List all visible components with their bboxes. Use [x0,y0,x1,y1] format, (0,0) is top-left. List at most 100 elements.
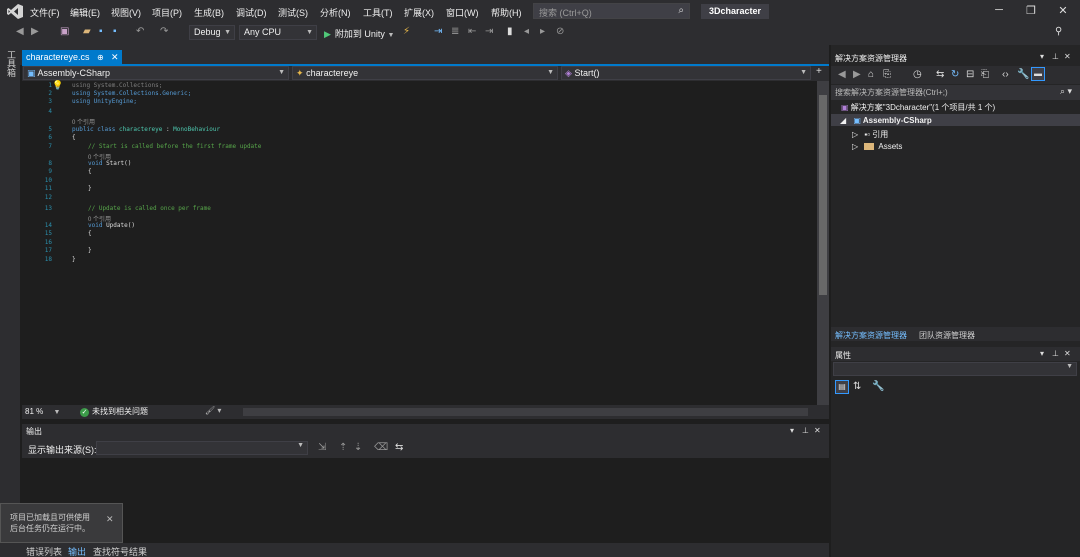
prev-message-icon[interactable]: ⇡ [339,442,347,453]
menu-view[interactable]: 视图(V) [111,6,141,19]
issues-indicator[interactable]: ✓ 未找到相关问题 [80,406,148,417]
toolbox-tab[interactable]: 工具箱 [5,50,18,77]
home-icon[interactable]: ⌂ [868,69,874,80]
properties-object-dropdown[interactable]: ▼ [833,362,1077,376]
tab-solution-explorer[interactable]: 解决方案资源管理器 [835,330,907,341]
outdent-icon[interactable]: ⇥ [485,26,493,37]
dropdown-icon[interactable]: ▾ [1040,52,1044,61]
pin-icon[interactable]: ⊥ [1052,349,1059,358]
tab-error-list[interactable]: 错误列表 [26,545,62,557]
scrollbar-thumb[interactable] [819,95,827,295]
menu-project[interactable]: 项目(P) [152,6,182,19]
pin-icon[interactable]: ⊕ [97,50,104,65]
code-cleanup-icon[interactable]: 🖌 ▾ [205,406,221,415]
search-input[interactable]: 搜索 (Ctrl+Q) ⌕ [533,3,690,19]
lightbulb-icon[interactable]: 💡 [52,80,63,91]
undo-icon[interactable]: ↶ [136,26,144,37]
bookmark-icon[interactable]: ▮ [507,26,513,37]
tab-charactereye[interactable]: charactereye.cs ⊕ ✕ [22,50,122,65]
close-tab-icon[interactable]: ✕ [111,50,119,65]
clear-all-icon[interactable]: ⌫ [374,442,388,453]
output-text-area[interactable] [22,458,829,542]
live-share-icon[interactable]: ⚲ [1055,26,1062,37]
property-pages-icon[interactable]: 🔧 [872,381,884,392]
method-icon: ◈ [565,68,572,78]
properties-wrench-icon[interactable]: 🔧 [1017,69,1029,80]
unity-tools-icon[interactable]: ⚡ [403,26,410,37]
tab-team-explorer[interactable]: 团队资源管理器 [919,330,975,341]
prev-bookmark-icon[interactable]: ◂ [524,26,529,37]
close-icon[interactable]: ✕ [106,514,114,525]
class-reference-count[interactable]: 0 个引用 [72,117,95,126]
menu-edit[interactable]: 编辑(E) [70,6,100,19]
collapse-all-icon[interactable]: ⊟ [966,69,974,80]
close-icon[interactable]: ✕ [1064,349,1071,358]
pending-changes-icon[interactable]: ◷ [913,69,922,80]
output-source-dropdown[interactable]: ▼ [96,441,308,455]
tree-item-assets[interactable]: ▷ Assets [852,142,902,151]
next-message-icon[interactable]: ⇣ [354,442,362,453]
new-project-icon[interactable]: ▣ [60,26,69,37]
configuration-dropdown[interactable]: Debug ▼ [189,25,235,40]
dropdown-icon[interactable]: ▾ [1040,349,1044,358]
close-icon[interactable]: ✕ [1056,4,1070,17]
attach-to-unity-button[interactable]: ▶ 附加到 Unity ▼ [324,27,394,40]
menu-extensions[interactable]: 扩展(X) [404,6,434,19]
clear-bookmarks-icon[interactable]: ⊘ [556,26,564,37]
find-message-icon[interactable]: ⇲ [318,442,326,453]
maximize-icon[interactable]: ❐ [1024,4,1038,17]
save-icon[interactable]: ▪ [99,26,103,37]
menu-analyze[interactable]: 分析(N) [320,6,351,19]
menu-test[interactable]: 测试(S) [278,6,308,19]
platform-dropdown[interactable]: Any CPU ▼ [239,25,317,40]
tab-output[interactable]: 输出 [68,545,86,557]
dropdown-icon[interactable]: ▾ [790,426,794,435]
next-bookmark-icon[interactable]: ▸ [540,26,545,37]
open-folder-icon[interactable]: ▰ [83,26,91,37]
menu-tools[interactable]: 工具(T) [363,6,393,19]
menu-window[interactable]: 窗口(W) [446,6,479,19]
code-editor[interactable]: 1 2 3 4 5 6 7 8 9 10 11 12 13 14 15 16 1… [22,81,817,405]
alphabetical-icon[interactable]: ⇅ [853,381,861,392]
forward-icon[interactable]: ▶ [31,26,39,37]
editor-vertical-scrollbar[interactable] [817,81,829,405]
code-icon[interactable]: ‹› [1002,69,1009,80]
redo-icon[interactable]: ↷ [160,26,168,37]
format-icon[interactable]: ≣ [451,26,459,37]
word-wrap-icon[interactable]: ⇆ [395,442,403,453]
minimize-icon[interactable]: ─ [992,4,1006,16]
tab-find-symbol-results[interactable]: 查找符号结果 [93,545,147,557]
step-icon[interactable]: ⇥ [434,26,442,37]
project-nav-dropdown[interactable]: ▣ Assembly-CSharp ▼ [23,66,289,80]
tree-item-solution[interactable]: ▣ 解决方案"3Dcharacter"(1 个项目/共 1 个) [841,102,995,113]
menu-help[interactable]: 帮助(H) [491,6,522,19]
save-all-icon[interactable]: ▪ [113,26,117,37]
menu-debug[interactable]: 调试(D) [236,6,267,19]
line-number: 17 [44,247,52,254]
pin-icon[interactable]: ⊥ [1052,52,1059,61]
class-nav-dropdown[interactable]: ✦ charactereye ▼ [292,66,558,80]
menu-file[interactable]: 文件(F) [30,6,60,19]
show-all-files-icon[interactable]: ⎗ [981,69,989,80]
indent-icon[interactable]: ⇤ [468,26,476,37]
categorized-icon[interactable]: ▤ [835,380,849,394]
forward-icon[interactable]: ▶ [853,69,861,80]
preview-selected-icon[interactable]: ▬ [1031,67,1045,81]
refresh-icon[interactable]: ↻ [951,69,959,80]
tab-label: charactereye.cs [26,52,90,62]
sync-icon[interactable]: ⇆ [936,69,944,80]
switch-views-icon[interactable]: ⎘ [883,69,891,80]
zoom-level[interactable]: 81 % ▼ [25,407,60,416]
member-nav-dropdown[interactable]: ◈ Start() ▼ [561,66,811,80]
back-icon[interactable]: ◀ [838,69,846,80]
close-icon[interactable]: ✕ [814,426,821,435]
tree-item-references[interactable]: ▷ ▪▫ 引用 [852,129,888,140]
tree-item-project[interactable]: ◢ ▣ Assembly-CSharp [840,116,932,125]
solution-search-input[interactable]: 搜索解决方案资源管理器(Ctrl+;) ⌕ ▾ [831,85,1080,100]
menu-build[interactable]: 生成(B) [194,6,224,19]
split-editor-icon[interactable]: + [816,66,822,77]
pin-icon[interactable]: ⊥ [802,426,809,435]
back-icon[interactable]: ◀ [16,26,24,37]
editor-horizontal-scrollbar[interactable] [243,408,808,416]
close-icon[interactable]: ✕ [1064,52,1071,61]
